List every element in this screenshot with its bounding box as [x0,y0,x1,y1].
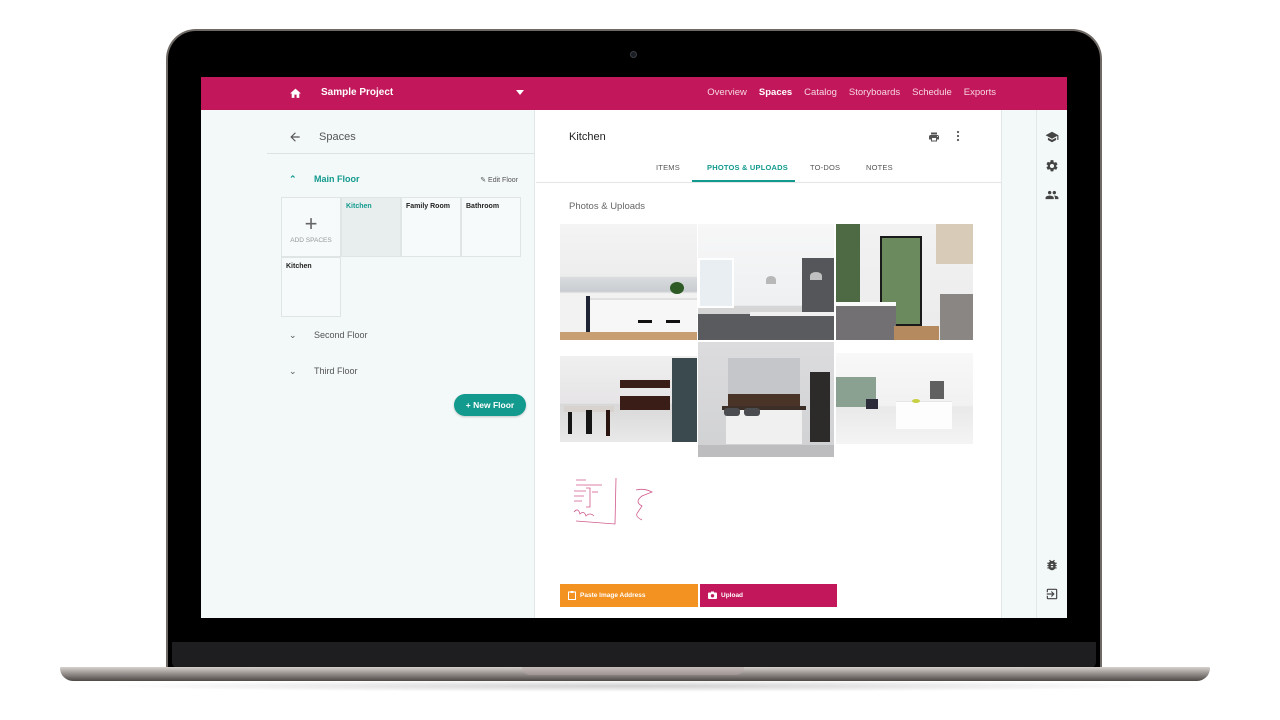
tab-items[interactable]: ITEMS [656,163,680,172]
app-screen: Sample Project Overview Spaces Catalog S… [201,77,1067,618]
section-title: Photos & Uploads [569,201,646,212]
floor-main[interactable]: ⌃ Main Floor [289,174,360,185]
divider [267,153,535,154]
edit-floor-label: Edit Floor [488,177,518,184]
arrow-left-icon[interactable] [288,130,302,144]
gear-icon[interactable] [1045,159,1059,173]
upload-button[interactable]: Upload [700,584,837,607]
photo-thumbnail[interactable] [698,342,834,457]
home-icon[interactable] [289,87,302,100]
right-rail [1037,110,1067,618]
print-icon[interactable] [928,131,940,143]
tab-photos-uploads[interactable]: PHOTOS & UPLOADS [707,163,788,172]
space-title: Kitchen [569,131,606,143]
main-nav: Overview Spaces Catalog Storyboards Sche… [707,87,996,98]
project-name[interactable]: Sample Project [321,87,393,98]
add-spaces-label: ADD SPACES [290,237,332,244]
people-icon[interactable] [1045,188,1059,202]
bug-icon[interactable] [1045,558,1059,572]
space-label: Family Room [406,203,450,210]
caret-down-icon[interactable] [516,90,524,95]
pencil-icon: ✎ [480,177,487,184]
chevron-up-icon: ⌃ [289,174,297,184]
laptop-chin [172,642,1096,668]
photo-thumbnail[interactable] [698,224,834,340]
nav-storyboards[interactable]: Storyboards [849,87,900,98]
photo-thumbnail[interactable] [560,356,697,442]
tab-bar: ITEMS PHOTOS & UPLOADS TO-DOS NOTES [536,154,1001,183]
floor-label: Main Floor [314,174,360,184]
nav-schedule[interactable]: Schedule [912,87,952,98]
photo-thumbnail[interactable] [836,353,973,444]
floor-label: Third Floor [314,366,358,376]
space-tile-kitchen[interactable]: Kitchen [341,197,401,257]
add-spaces-tile[interactable]: + ADD SPACES [281,197,341,257]
camera-icon [708,591,717,600]
sketch-thumbnail[interactable] [564,474,664,539]
space-tile-family-room[interactable]: Family Room [401,197,461,257]
paste-image-address-button[interactable]: Paste Image Address [560,584,698,607]
detail-side-strip [1001,110,1037,618]
chevron-down-icon: ⌄ [289,330,297,340]
space-label: Bathroom [466,203,500,210]
panel-title: Spaces [319,131,356,143]
floor-third[interactable]: ⌄ Third Floor [289,366,358,377]
more-vert-icon[interactable] [956,130,960,142]
paste-label: Paste Image Address [580,592,646,599]
space-tile-kitchen-2[interactable]: Kitchen [281,257,341,317]
laptop-notch [522,667,744,675]
top-bar: Sample Project Overview Spaces Catalog S… [201,77,1067,110]
space-label: Kitchen [286,263,312,270]
tab-todos[interactable]: TO-DOS [810,163,840,172]
active-tab-indicator [692,180,795,182]
floor-second[interactable]: ⌄ Second Floor [289,330,368,341]
photo-thumbnail[interactable] [836,224,973,340]
logout-icon[interactable] [1045,587,1059,601]
photo-gallery [560,224,974,459]
plus-icon: + [465,400,471,410]
clipboard-icon [568,590,576,600]
nav-spaces[interactable]: Spaces [759,87,792,98]
edit-floor-button[interactable]: ✎ Edit Floor [480,176,518,184]
graduation-cap-icon[interactable] [1045,130,1059,144]
nav-exports[interactable]: Exports [964,87,996,98]
photo-thumbnail[interactable] [560,224,697,340]
new-floor-button[interactable]: + New Floor [454,394,526,416]
webcam [630,51,637,58]
nav-overview[interactable]: Overview [707,87,747,98]
nav-catalog[interactable]: Catalog [804,87,837,98]
upload-label: Upload [721,592,744,599]
plus-icon: + [304,211,318,236]
tab-notes[interactable]: NOTES [866,163,893,172]
new-floor-label: New Floor [473,400,515,410]
space-tile-bathroom[interactable]: Bathroom [461,197,521,257]
floor-label: Second Floor [314,330,368,340]
space-label: Kitchen [346,203,372,210]
spaces-panel: Spaces ⌃ Main Floor ✎ Edit Floor + ADD SP… [201,110,535,618]
laptop-shadow [90,680,1180,692]
chevron-down-icon: ⌄ [289,366,297,376]
space-detail-panel: Kitchen ITEMS PHOTOS & UPLOADS TO-DOS NO… [536,110,1001,618]
